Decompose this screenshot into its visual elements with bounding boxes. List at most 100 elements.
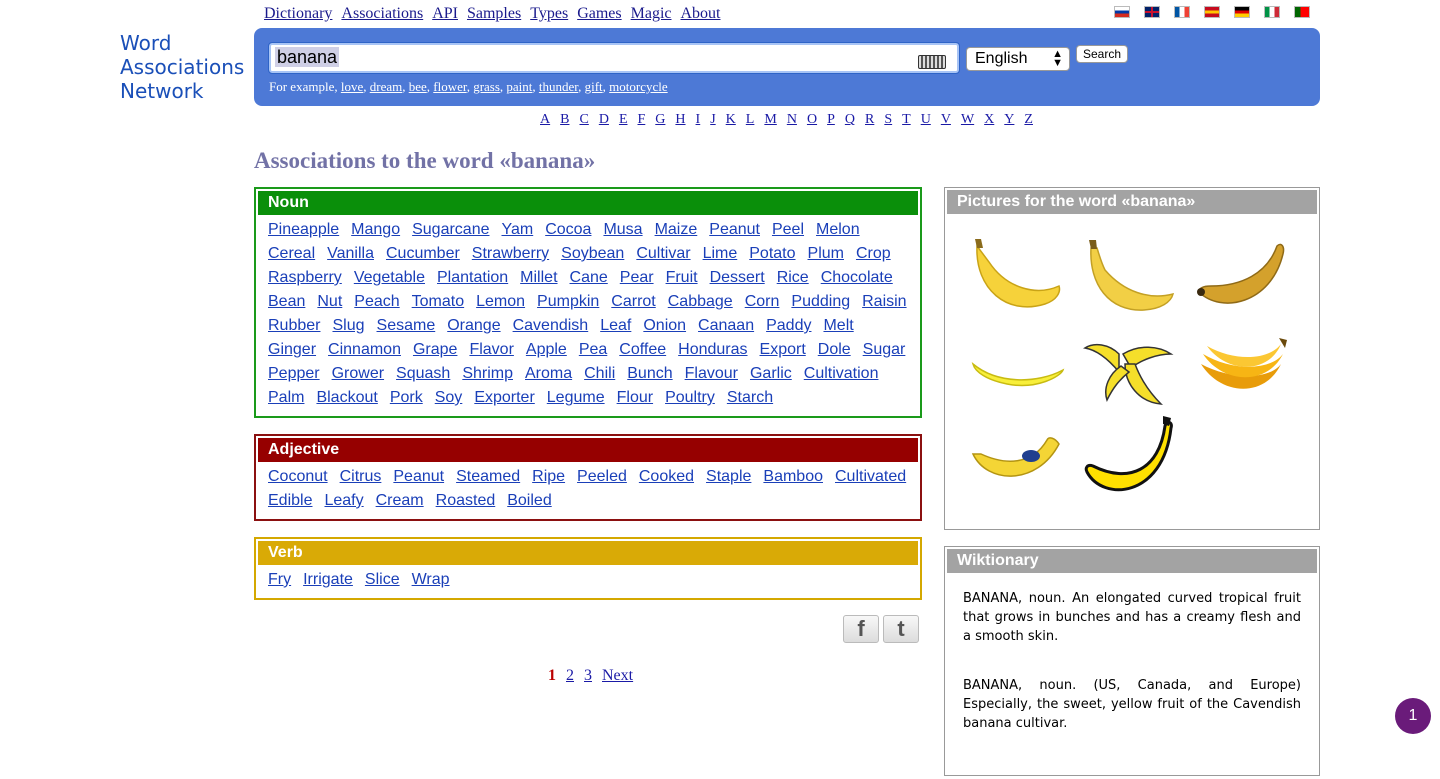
association-link[interactable]: Boiled xyxy=(507,489,551,513)
association-link[interactable]: Ginger xyxy=(268,338,316,362)
flag-italy-icon[interactable] xyxy=(1264,6,1280,18)
association-link[interactable]: Bunch xyxy=(627,362,672,386)
letter-link-a[interactable]: A xyxy=(540,112,550,128)
association-link[interactable]: Peach xyxy=(354,290,399,314)
example-link[interactable]: bee xyxy=(409,79,427,94)
banana-image-3[interactable] xyxy=(1191,234,1291,324)
association-link[interactable]: Blackout xyxy=(316,386,377,410)
association-link[interactable]: Rice xyxy=(777,266,809,290)
association-link[interactable]: Vanilla xyxy=(327,242,374,266)
association-link[interactable]: Grower xyxy=(332,362,384,386)
association-link[interactable]: Tomato xyxy=(412,290,464,314)
association-link[interactable]: Rubber xyxy=(268,314,320,338)
banana-image-8[interactable] xyxy=(1079,414,1179,504)
search-input[interactable]: banana xyxy=(268,42,960,74)
letter-link-g[interactable]: G xyxy=(655,112,665,128)
association-link[interactable]: Cinnamon xyxy=(328,338,401,362)
next-page-link[interactable]: Next xyxy=(602,667,633,685)
page-link-2[interactable]: 2 xyxy=(566,667,574,685)
association-link[interactable]: Pumpkin xyxy=(537,290,599,314)
association-link[interactable]: Sesame xyxy=(377,314,436,338)
association-link[interactable]: Crop xyxy=(856,242,891,266)
banana-image-2[interactable] xyxy=(1079,234,1179,324)
example-link[interactable]: paint xyxy=(506,79,532,94)
association-link[interactable]: Cabbage xyxy=(668,290,733,314)
association-link[interactable]: Cucumber xyxy=(386,242,460,266)
association-link[interactable]: Leafy xyxy=(324,489,363,513)
notification-badge[interactable]: 1 xyxy=(1395,698,1431,734)
letter-link-z[interactable]: Z xyxy=(1024,112,1033,128)
association-link[interactable]: Carrot xyxy=(611,290,655,314)
association-link[interactable]: Flavor xyxy=(469,338,513,362)
association-link[interactable]: Raspberry xyxy=(268,266,342,290)
association-link[interactable]: Pepper xyxy=(268,362,320,386)
association-link[interactable]: Melon xyxy=(816,218,860,242)
association-link[interactable]: Coconut xyxy=(268,465,328,489)
association-link[interactable]: Honduras xyxy=(678,338,747,362)
association-link[interactable]: Peanut xyxy=(393,465,444,489)
letter-link-x[interactable]: X xyxy=(984,112,994,128)
association-link[interactable]: Cultivated xyxy=(835,465,906,489)
association-link[interactable]: Strawberry xyxy=(472,242,549,266)
letter-link-r[interactable]: R xyxy=(865,112,874,128)
association-link[interactable]: Palm xyxy=(268,386,304,410)
association-link[interactable]: Fruit xyxy=(666,266,698,290)
association-link[interactable]: Soybean xyxy=(561,242,624,266)
association-link[interactable]: Nut xyxy=(317,290,342,314)
association-link[interactable]: Lemon xyxy=(476,290,525,314)
association-link[interactable]: Cane xyxy=(570,266,608,290)
example-link[interactable]: dream xyxy=(370,79,402,94)
association-link[interactable]: Cultivation xyxy=(804,362,879,386)
example-link[interactable]: grass xyxy=(473,79,500,94)
flag-france-icon[interactable] xyxy=(1174,6,1190,18)
letter-link-n[interactable]: N xyxy=(787,112,797,128)
example-link[interactable]: love xyxy=(341,79,363,94)
association-link[interactable]: Ripe xyxy=(532,465,565,489)
flag-portugal-icon[interactable] xyxy=(1294,6,1310,18)
letter-link-d[interactable]: D xyxy=(599,112,609,128)
banana-image-5[interactable] xyxy=(1079,324,1179,414)
example-link[interactable]: gift xyxy=(585,79,603,94)
association-link[interactable]: Wrap xyxy=(412,568,450,592)
letter-link-b[interactable]: B xyxy=(560,112,569,128)
flag-russia-icon[interactable] xyxy=(1114,6,1130,18)
association-link[interactable]: Sugar xyxy=(863,338,906,362)
letter-link-f[interactable]: F xyxy=(638,112,646,128)
letter-link-w[interactable]: W xyxy=(961,112,974,128)
association-link[interactable]: Millet xyxy=(520,266,557,290)
letter-link-t[interactable]: T xyxy=(902,112,911,128)
search-button[interactable]: Search xyxy=(1076,45,1128,63)
nav-link-dictionary[interactable]: Dictionary xyxy=(264,5,332,23)
association-link[interactable]: Cooked xyxy=(639,465,694,489)
association-link[interactable]: Slice xyxy=(365,568,400,592)
banana-image-1[interactable] xyxy=(967,234,1067,324)
association-link[interactable]: Starch xyxy=(727,386,773,410)
association-link[interactable]: Dessert xyxy=(710,266,765,290)
association-link[interactable]: Cultivar xyxy=(636,242,690,266)
association-link[interactable]: Pea xyxy=(579,338,607,362)
association-link[interactable]: Maize xyxy=(655,218,698,242)
association-link[interactable]: Dole xyxy=(818,338,851,362)
banana-image-7[interactable] xyxy=(967,414,1067,504)
flag-spain-icon[interactable] xyxy=(1204,6,1220,18)
association-link[interactable]: Aroma xyxy=(525,362,572,386)
association-link[interactable]: Pork xyxy=(390,386,423,410)
association-link[interactable]: Leaf xyxy=(600,314,631,338)
association-link[interactable]: Orange xyxy=(447,314,500,338)
letter-link-m[interactable]: M xyxy=(764,112,776,128)
letter-link-c[interactable]: C xyxy=(579,112,588,128)
letter-link-h[interactable]: H xyxy=(675,112,685,128)
association-link[interactable]: Cream xyxy=(376,489,424,513)
example-link[interactable]: thunder xyxy=(539,79,578,94)
association-link[interactable]: Peanut xyxy=(709,218,760,242)
nav-link-magic[interactable]: Magic xyxy=(631,5,672,23)
association-link[interactable]: Edible xyxy=(268,489,312,513)
association-link[interactable]: Vegetable xyxy=(354,266,425,290)
language-select[interactable]: English ▲ ▼ xyxy=(966,47,1070,71)
example-link[interactable]: flower xyxy=(433,79,466,94)
association-link[interactable]: Pudding xyxy=(791,290,850,314)
association-link[interactable]: Chili xyxy=(584,362,615,386)
association-link[interactable]: Peeled xyxy=(577,465,627,489)
association-link[interactable]: Legume xyxy=(547,386,605,410)
banana-image-4[interactable] xyxy=(967,324,1067,414)
